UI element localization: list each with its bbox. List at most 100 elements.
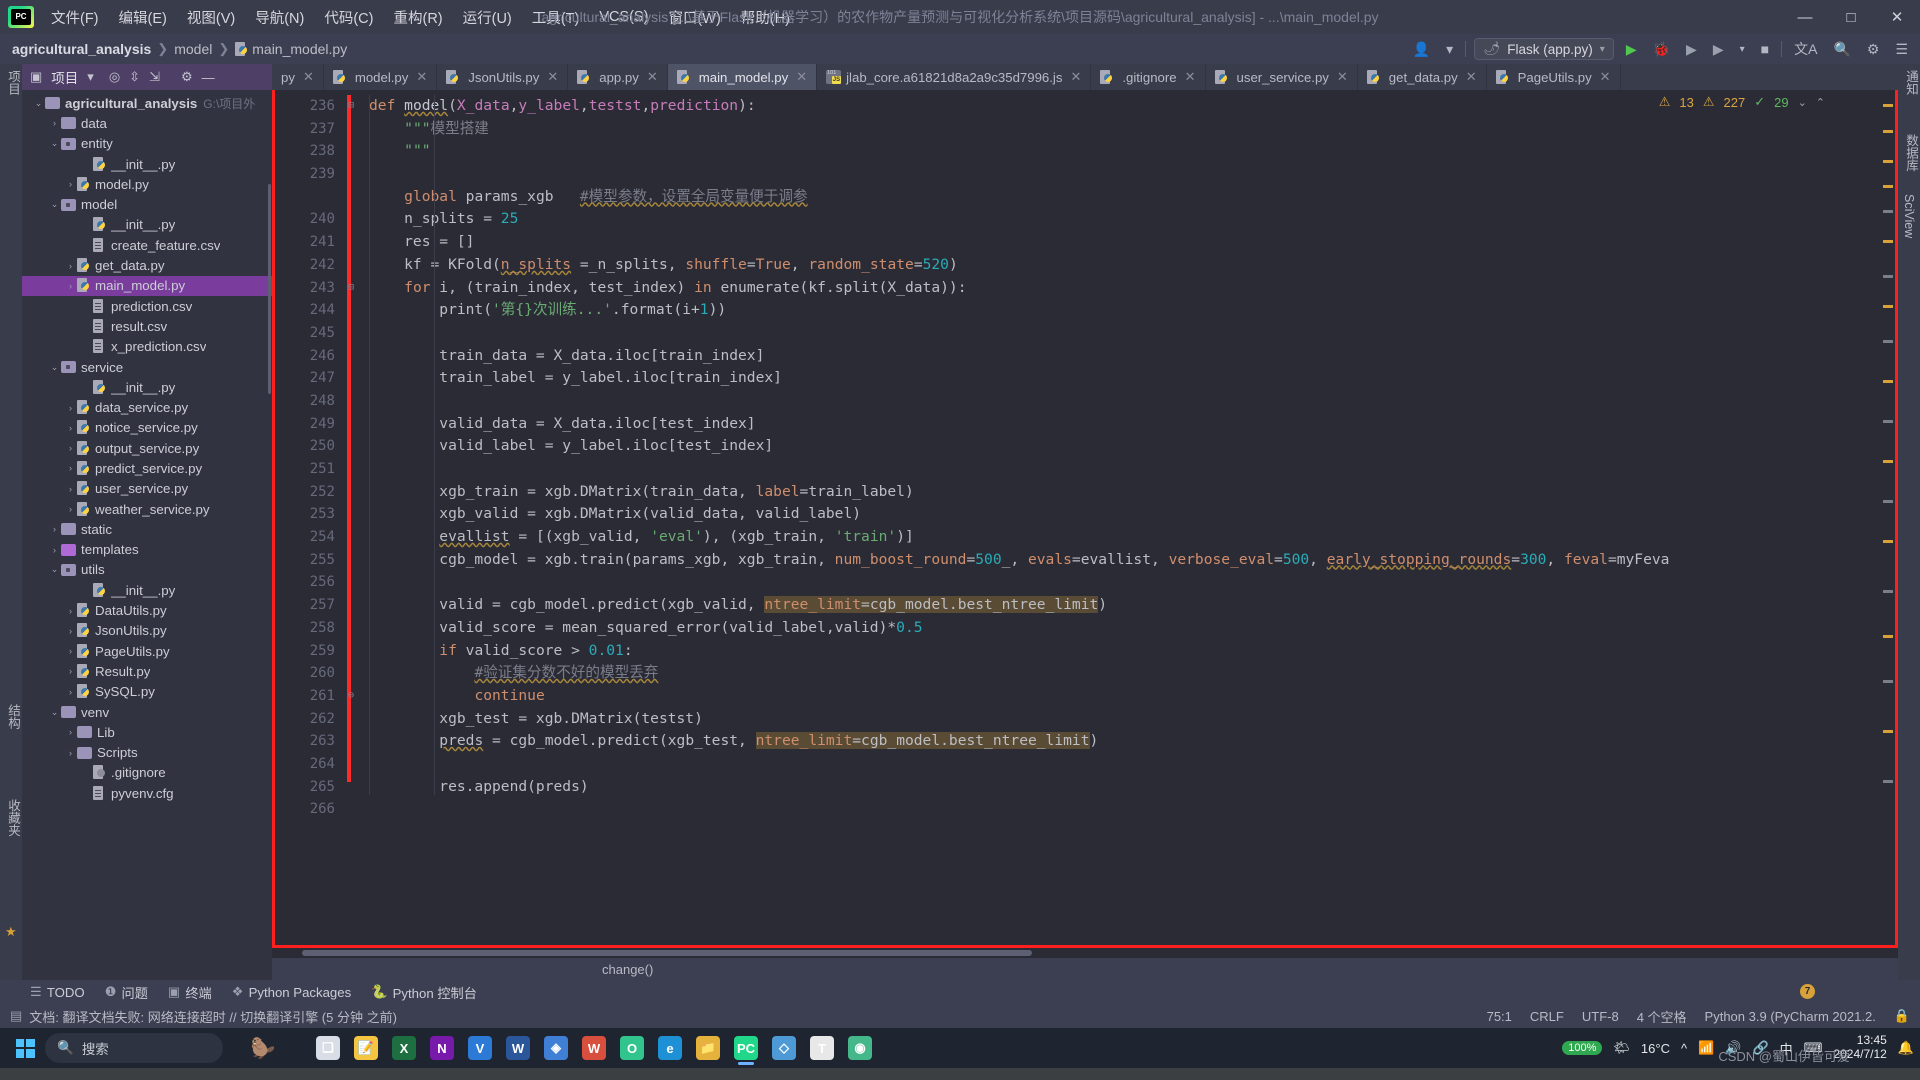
code-line[interactable]: train_label = y_label.iloc[train_index] (351, 367, 1895, 390)
line-number[interactable]: 256 (275, 571, 347, 594)
line-number[interactable]: 259 (275, 640, 347, 663)
tree-item-datautils-py[interactable]: ›DataUtils.py (22, 600, 272, 620)
chevron-down-icon[interactable]: ⌄ (48, 362, 61, 373)
code-line[interactable] (351, 322, 1895, 345)
line-number[interactable]: 236⊟ (275, 95, 347, 118)
editor-tab-py[interactable]: py✕ (272, 64, 324, 90)
chevron-right-icon[interactable]: › (64, 606, 77, 616)
chevron-right-icon[interactable]: › (64, 179, 77, 189)
close-icon[interactable]: ✕ (416, 69, 427, 85)
close-icon[interactable]: ✕ (1466, 69, 1477, 85)
code-content[interactable]: def model(X_data,y_label,testst,predicti… (351, 90, 1895, 945)
start-button[interactable] (8, 1031, 42, 1065)
code-line[interactable]: kf = KFold(n_splits =_n_splits, shuffle=… (351, 254, 1895, 277)
chevron-right-icon[interactable]: › (64, 504, 77, 514)
code-line[interactable]: res = [] (351, 231, 1895, 254)
line-number[interactable]: 244 (275, 299, 347, 322)
temperature[interactable]: 16°C (1641, 1041, 1670, 1056)
line-number[interactable]: 250 (275, 435, 347, 458)
error-stripe-mark[interactable] (1883, 730, 1893, 733)
lock-icon[interactable]: 🔒 (1894, 1008, 1910, 1024)
editor-tab-app-py[interactable]: app.py✕ (568, 64, 668, 90)
tree-item-predict-service-py[interactable]: ›predict_service.py (22, 458, 272, 478)
code-line[interactable]: preds = cgb_model.predict(xgb_test, ntre… (351, 730, 1895, 753)
chevron-right-icon[interactable]: › (64, 666, 77, 676)
translate-icon[interactable]: 文A (1790, 37, 1821, 61)
code-line[interactable]: cgb_model = xgb.train(params_xgb, xgb_tr… (351, 549, 1895, 572)
line-number[interactable]: 241 (275, 231, 347, 254)
taskbar-app-icons[interactable]: ❑📝XNVW◈WOe📁PC◇T◉ (311, 1031, 877, 1065)
menu-item-7[interactable]: 工具(T) (523, 3, 589, 32)
chevron-right-icon[interactable]: › (48, 545, 61, 555)
tool-window-python-packages[interactable]: ❖Python Packages (232, 984, 351, 1000)
close-button[interactable]: ✕ (1874, 0, 1920, 34)
chevron-right-icon[interactable]: › (64, 423, 77, 433)
code-line[interactable] (351, 571, 1895, 594)
line-number[interactable]: 260 (275, 662, 347, 685)
code-line[interactable] (351, 753, 1895, 776)
horizontal-scrollbar[interactable] (302, 950, 1032, 956)
tree-item---init---py[interactable]: __init__.py (22, 154, 272, 174)
close-icon[interactable]: ✕ (1337, 69, 1348, 85)
close-icon[interactable]: ✕ (1185, 69, 1196, 85)
error-stripe-mark[interactable] (1883, 185, 1893, 188)
strip-project-label[interactable]: 项目 (4, 70, 23, 95)
taskbar-icon-excel[interactable]: X (387, 1031, 421, 1065)
code-line[interactable]: res.append(preds) (351, 776, 1895, 799)
taskbar-icon-onenote[interactable]: N (425, 1031, 459, 1065)
menu-item-10[interactable]: 帮助(H) (732, 3, 799, 32)
code-line[interactable] (351, 390, 1895, 413)
chevron-down-icon[interactable]: ⌄ (48, 707, 61, 718)
code-editor[interactable]: ⚠ 13 ⚠ 227 ✓ 29 ⌄ ⌃ 236⊟2372382392402412… (272, 90, 1898, 948)
editor-breadcrumb[interactable]: change() (272, 958, 1898, 980)
error-stripe-mark[interactable] (1883, 380, 1893, 383)
error-stripe-mark[interactable] (1883, 590, 1893, 593)
indent-setting[interactable]: 4 个空格 (1637, 1007, 1687, 1026)
project-tree[interactable]: ⌄agricultural_analysisG:\项目外›data⌄entity… (22, 90, 272, 980)
chevron-right-icon[interactable]: › (64, 463, 77, 473)
editor-tab-get-data-py[interactable]: get_data.py✕ (1358, 64, 1487, 90)
line-number[interactable]: 237 (275, 118, 347, 141)
line-number[interactable]: 239 (275, 163, 347, 186)
tree-item-data-service-py[interactable]: ›data_service.py (22, 397, 272, 417)
taskbar-icon-task-view[interactable]: ❑ (311, 1031, 345, 1065)
tree-item-entity[interactable]: ⌄entity (22, 134, 272, 154)
chevron-right-icon[interactable]: › (64, 727, 77, 737)
line-number[interactable]: 266 (275, 798, 347, 821)
line-number[interactable]: 251 (275, 458, 347, 481)
chevron-down-icon[interactable]: ⌄ (48, 199, 61, 210)
editor-tab-bar[interactable]: py✕model.py✕JsonUtils.py✕app.py✕main_mod… (272, 64, 1898, 90)
line-number[interactable]: 263 (275, 730, 347, 753)
strip-notifications-label[interactable]: 通知 (1902, 70, 1920, 95)
minimize-button[interactable]: — (1782, 0, 1828, 34)
tree-item-jsonutils-py[interactable]: ›JsonUtils.py (22, 621, 272, 641)
chevron-down-icon[interactable]: ⌄ (32, 98, 45, 109)
gear-icon[interactable]: ⚙ (1863, 39, 1884, 60)
menu-item-4[interactable]: 代码(C) (315, 3, 382, 32)
menu-bar[interactable]: 文件(F)编辑(E)视图(V)导航(N)代码(C)重构(R)运行(U)工具(T)… (42, 3, 799, 32)
line-separator[interactable]: CRLF (1530, 1009, 1564, 1024)
search-icon[interactable]: 🔍 (1829, 39, 1854, 60)
code-line[interactable]: valid_label = y_label.iloc[test_index] (351, 435, 1895, 458)
strip-favorites-label[interactable]: 收藏夹 (4, 799, 23, 837)
close-icon[interactable]: ✕ (303, 69, 314, 85)
line-number[interactable]: 255 (275, 549, 347, 572)
editor-tab--gitignore[interactable]: .gitignore✕ (1091, 64, 1205, 90)
line-number[interactable]: 246 (275, 345, 347, 368)
error-stripe-mark[interactable] (1883, 240, 1893, 243)
battery-badge[interactable]: 100% (1562, 1041, 1602, 1055)
code-line[interactable]: xgb_test = xgb.DMatrix(testst) (351, 708, 1895, 731)
chevron-right-icon[interactable]: › (64, 646, 77, 656)
tree-item-result-py[interactable]: ›Result.py (22, 661, 272, 681)
menu-item-8[interactable]: VCS(S) (590, 5, 657, 29)
tree-item-notice-service-py[interactable]: ›notice_service.py (22, 418, 272, 438)
code-line[interactable]: global params_xgb #模型参数，设置全局变量便于调参 (351, 186, 1895, 209)
line-number[interactable]: 261⊖ (275, 685, 347, 708)
breadcrumb-project[interactable]: agricultural_analysis (12, 41, 151, 57)
chevron-down-icon[interactable]: ⌄ (48, 138, 61, 149)
tree-item-model[interactable]: ⌄model (22, 194, 272, 214)
profile-button[interactable]: ▶ (1709, 39, 1728, 60)
line-number[interactable]: 245 (275, 322, 347, 345)
error-stripe[interactable] (1881, 90, 1895, 945)
tree-item---init---py[interactable]: __init__.py (22, 580, 272, 600)
